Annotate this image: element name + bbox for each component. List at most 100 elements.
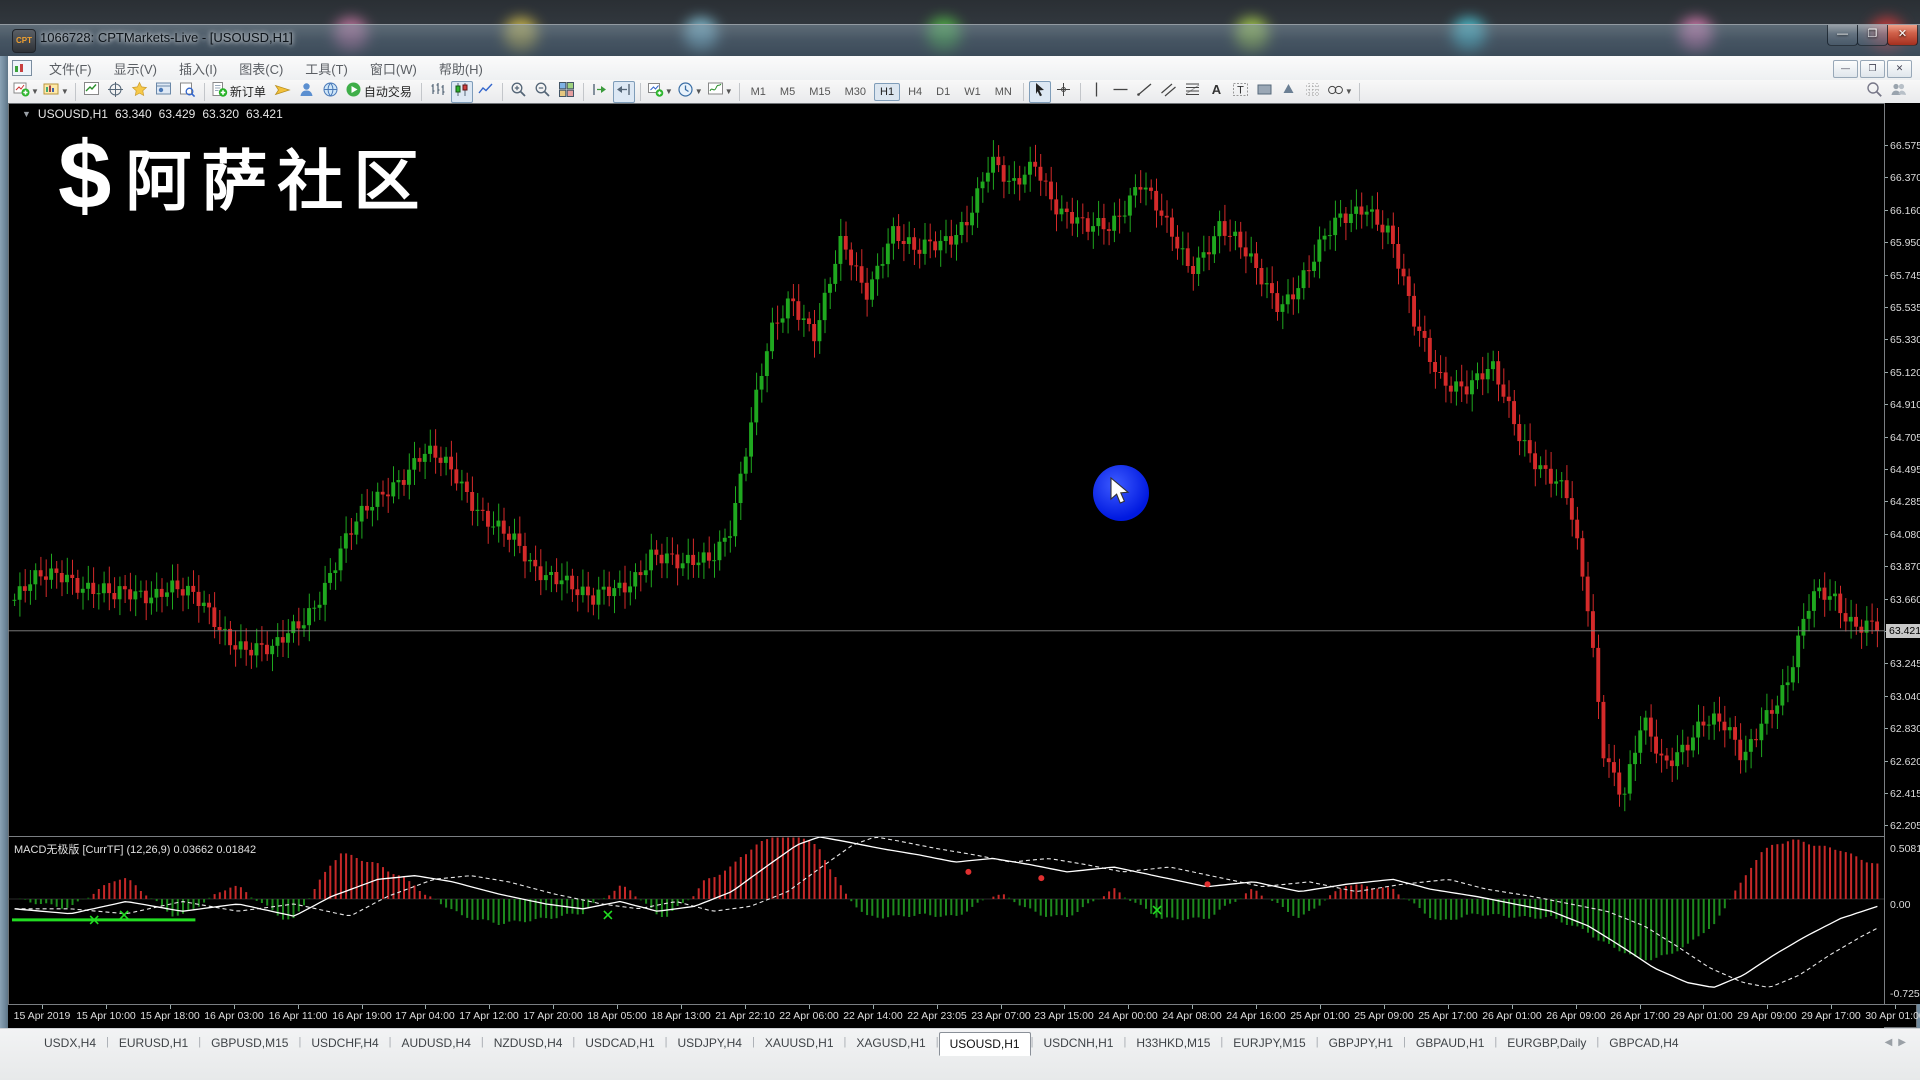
crosshair-button[interactable] — [1053, 81, 1075, 103]
symbol-tab-xauusd-h1[interactable]: XAUUSD,H1 — [755, 1032, 844, 1054]
price-tick — [1885, 696, 1888, 697]
shapes-button[interactable] — [1254, 81, 1276, 103]
auto-scroll-button[interactable] — [589, 81, 611, 103]
timeframe-button-m1[interactable]: M1 — [745, 83, 772, 101]
minimize-button[interactable]: — — [1827, 25, 1858, 46]
terminal-button[interactable] — [177, 81, 199, 103]
symbol-tab-nzdusd-h4[interactable]: NZDUSD,H4 — [484, 1032, 573, 1054]
periods-button[interactable]: ▼ — [676, 81, 704, 103]
menu-item-5[interactable]: 窗口(W) — [359, 59, 428, 78]
community-icon — [298, 81, 315, 103]
timeframe-button-m5[interactable]: M5 — [774, 83, 801, 101]
favorites-button[interactable] — [129, 81, 151, 103]
symbol-tab-xagusd-h1[interactable]: XAGUSD,H1 — [846, 1032, 935, 1054]
new-order-button[interactable]: 新订单 — [210, 81, 270, 103]
timeframe-button-w1[interactable]: W1 — [958, 83, 987, 101]
symbol-tab-gbpcad-h4[interactable]: GBPCAD,H4 — [1599, 1032, 1688, 1054]
label-tool-button[interactable]: T — [1230, 81, 1252, 103]
globe-button[interactable] — [320, 81, 342, 103]
symbol-tab-audusd-h4[interactable]: AUDUSD,H4 — [392, 1032, 481, 1054]
price-axis[interactable]: 63.421 66.575 66.370 66.160 65.950 65.74… — [1884, 103, 1920, 1004]
menu-item-6[interactable]: 帮助(H) — [428, 59, 494, 78]
zoom-out-button[interactable] — [532, 81, 554, 103]
search-icon — [1866, 81, 1883, 103]
community2-button[interactable] — [1887, 81, 1909, 103]
zoom-in-icon — [510, 81, 527, 103]
timeframe-button-d1[interactable]: D1 — [930, 83, 956, 101]
cycles-button[interactable]: ▼ — [1326, 81, 1354, 103]
hline-button[interactable] — [1110, 81, 1132, 103]
mdi-restore-button[interactable]: ❐ — [1860, 60, 1885, 78]
close-button[interactable]: ✕ — [1887, 25, 1918, 46]
symbol-tab-gbpusd-m15[interactable]: GBPUSD,M15 — [201, 1032, 298, 1054]
symbol-tab-usdx-h4[interactable]: USDX,H4 — [34, 1032, 106, 1054]
symbol-info-line[interactable]: ▼ USOUSD,H1 63.340 63.429 63.320 63.421 — [22, 107, 283, 121]
navigator-button[interactable] — [153, 81, 175, 103]
open-value: 63.340 — [115, 107, 152, 121]
cursor-button[interactable] — [1029, 81, 1051, 103]
timeframe-button-mn[interactable]: MN — [989, 83, 1018, 101]
symbol-tab-gbpaud-h1[interactable]: GBPAUD,H1 — [1406, 1032, 1494, 1054]
mdi-minimize-button[interactable]: — — [1833, 60, 1858, 78]
line-chart-button[interactable] — [475, 81, 497, 103]
text-tool-button[interactable]: A — [1206, 81, 1228, 103]
vline-button[interactable] — [1086, 81, 1108, 103]
profiles-button[interactable]: ▼ — [42, 81, 70, 103]
alerts-button[interactable] — [272, 81, 294, 103]
time-axis-label: 22 Apr 23:05 — [907, 1010, 967, 1022]
market-watch-button[interactable] — [81, 81, 103, 103]
new-order-icon — [211, 81, 228, 103]
time-axis[interactable]: 15 Apr 2019 15 Apr 10:00 15 Apr 18:00 16… — [8, 1005, 1884, 1028]
candles-button[interactable] — [451, 81, 473, 103]
timeframe-button-h1[interactable]: H1 — [874, 83, 900, 101]
data-window-button[interactable] — [105, 81, 127, 103]
bars-button[interactable] — [427, 81, 449, 103]
time-tick — [617, 1005, 618, 1009]
menu-item-4[interactable]: 工具(T) — [294, 59, 359, 78]
macd-indicator-pane[interactable] — [8, 837, 1884, 1004]
time-tick — [1703, 1005, 1704, 1009]
symbol-tab-usdcnh-h1[interactable]: USDCNH,H1 — [1033, 1032, 1123, 1054]
symbol-tab-h33hkd-m15[interactable]: H33HKD,M15 — [1126, 1032, 1220, 1054]
tab-scroll-right-icon[interactable]: ▶ — [1898, 1037, 1906, 1048]
symbol-tab-eurgbp-daily[interactable]: EURGBP,Daily — [1497, 1032, 1596, 1054]
menu-item-2[interactable]: 插入(I) — [168, 59, 228, 78]
new-chart-icon — [13, 81, 30, 103]
new-chart-button[interactable]: ▼ — [12, 81, 40, 103]
tile-windows-button[interactable] — [556, 81, 578, 103]
zoom-in-button[interactable] — [508, 81, 530, 103]
search-button[interactable] — [1863, 81, 1885, 103]
timeframe-button-m15[interactable]: M15 — [803, 83, 836, 101]
symbol-tab-usdjpy-h4[interactable]: USDJPY,H4 — [667, 1032, 751, 1054]
symbol-tab-eurusd-h1[interactable]: EURUSD,H1 — [109, 1032, 198, 1054]
price-tick — [1885, 469, 1888, 470]
menu-item-1[interactable]: 显示(V) — [103, 59, 168, 78]
symbol-tab-gbpjpy-h1[interactable]: GBPJPY,H1 — [1319, 1032, 1403, 1054]
fibonacci-button[interactable] — [1182, 81, 1204, 103]
arrows-button[interactable] — [1278, 81, 1300, 103]
symbol-tab-usousd-h1[interactable]: USOUSD,H1 — [939, 1032, 1031, 1056]
tab-scroll-left-icon[interactable]: ◀ — [1885, 1037, 1893, 1048]
community-button[interactable] — [296, 81, 318, 103]
chart-shift-button[interactable] — [613, 81, 635, 103]
trendline-button[interactable] — [1134, 81, 1156, 103]
menu-item-3[interactable]: 图表(C) — [228, 59, 294, 78]
toolbar-separator — [1080, 83, 1081, 101]
symbol-tab-usdchf-h4[interactable]: USDCHF,H4 — [301, 1032, 388, 1054]
templates-button[interactable]: ▼ — [646, 81, 674, 103]
symbol-tab-eurjpy-m15[interactable]: EURJPY,M15 — [1223, 1032, 1315, 1054]
grid-tool-button[interactable] — [1302, 81, 1324, 103]
timeframe-button-h4[interactable]: H4 — [902, 83, 928, 101]
mouse-click-highlight — [1093, 465, 1149, 521]
indicators-button[interactable]: ▼ — [706, 81, 734, 103]
maximize-button[interactable]: ❐ — [1857, 25, 1888, 46]
time-axis-label: 16 Apr 11:00 — [269, 1010, 328, 1022]
price-tick — [1885, 372, 1888, 373]
symbol-tab-usdcad-h1[interactable]: USDCAD,H1 — [575, 1032, 664, 1054]
channel-button[interactable] — [1158, 81, 1180, 103]
autotrade-button[interactable]: 自动交易 — [344, 81, 416, 103]
menu-item-0[interactable]: 文件(F) — [38, 59, 103, 78]
chart-window-icon[interactable] — [12, 60, 32, 76]
mdi-close-button[interactable]: ✕ — [1887, 60, 1912, 78]
timeframe-button-m30[interactable]: M30 — [839, 83, 872, 101]
